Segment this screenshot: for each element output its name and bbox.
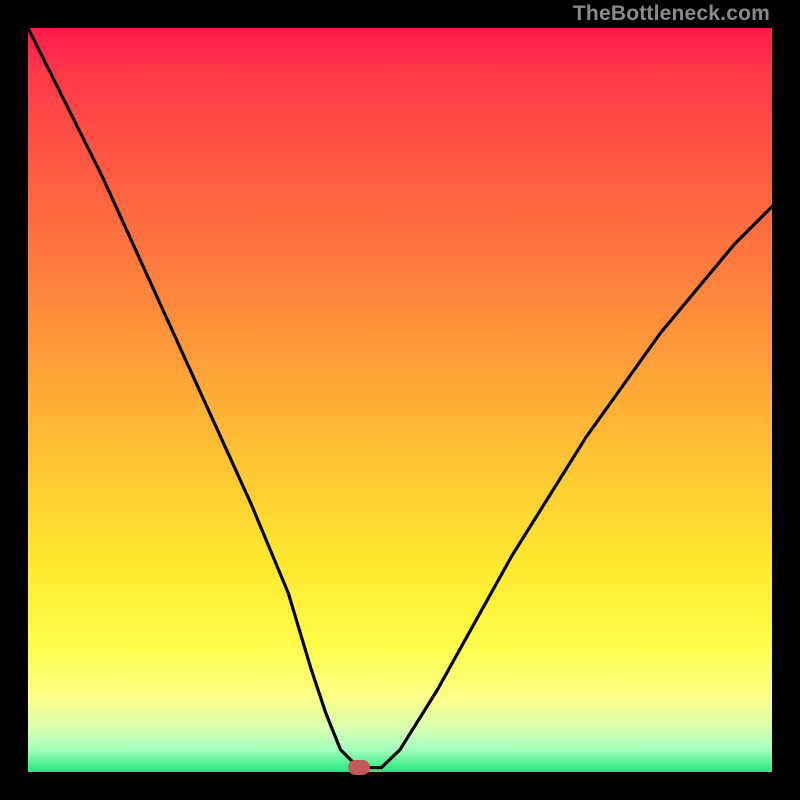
optimum-marker: [348, 760, 370, 775]
chart-frame: TheBottleneck.com: [0, 0, 800, 800]
watermark-text: TheBottleneck.com: [573, 2, 770, 26]
bottleneck-curve: [28, 28, 772, 772]
plot-area: [28, 28, 772, 772]
